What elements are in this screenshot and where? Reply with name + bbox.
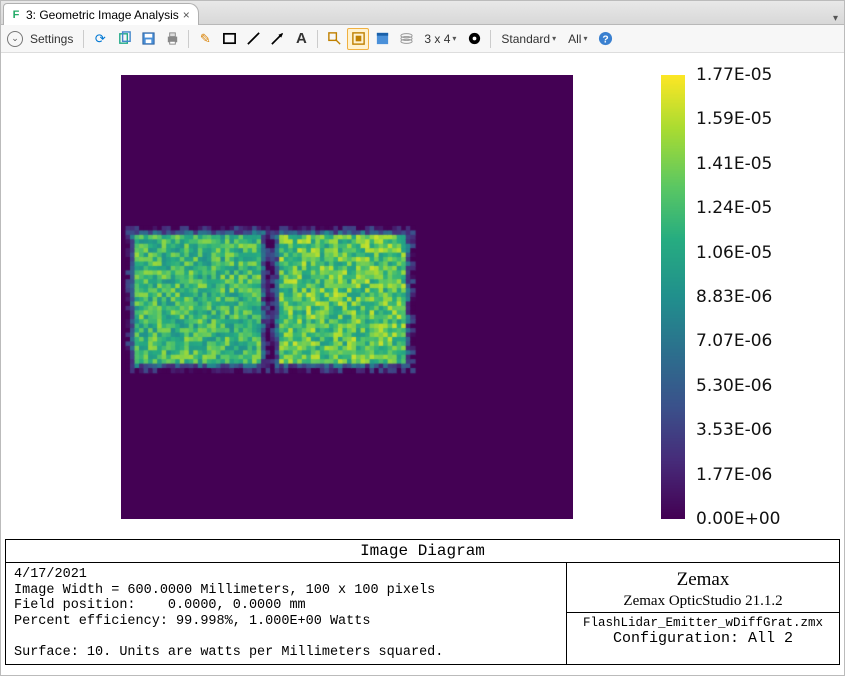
colorbar bbox=[661, 75, 685, 519]
target-icon[interactable] bbox=[463, 28, 485, 50]
toolbar: ⌄ Settings ⟳ ✎ A 3 x 4▾ Standard▾ All▾ ? bbox=[1, 25, 844, 53]
fit-window-icon[interactable] bbox=[347, 28, 369, 50]
window-icon[interactable] bbox=[371, 28, 393, 50]
colorbar-tick-label: 3.53E-06 bbox=[696, 420, 772, 440]
help-icon[interactable]: ? bbox=[594, 28, 616, 50]
text-icon[interactable]: A bbox=[290, 28, 312, 50]
line-icon[interactable] bbox=[242, 28, 264, 50]
tab-bar: F 3: Geometric Image Analysis × ▾ bbox=[1, 1, 844, 25]
copy-icon[interactable] bbox=[113, 28, 135, 50]
colorbar-tick-label: 8.83E-06 bbox=[696, 287, 772, 307]
tab-menu-dropdown[interactable]: ▾ bbox=[833, 13, 838, 24]
heatmap-canvas bbox=[121, 75, 573, 519]
colorbar-tick-label: 7.07E-06 bbox=[696, 331, 772, 351]
plot-area: 1.77E-05 1.59E-05 1.41E-05 1.24E-05 1.06E-05… bbox=[11, 63, 831, 533]
filter-dropdown[interactable]: All▾ bbox=[563, 28, 592, 50]
brand-version: Zemax OpticStudio 21.1.2 bbox=[571, 593, 835, 610]
colorbar-tick-label: 1.77E-05 bbox=[696, 65, 772, 85]
chevron-down-icon[interactable]: ⌄ bbox=[7, 31, 23, 47]
colorbar-tick-label: 1.59E-05 bbox=[696, 109, 772, 129]
colorbar-tick-label: 1.24E-05 bbox=[696, 198, 772, 218]
mode-dropdown[interactable]: Standard▾ bbox=[496, 28, 561, 50]
arrow-icon[interactable] bbox=[266, 28, 288, 50]
file-meta: FlashLidar_Emitter_wDiffGrat.zmx Configu… bbox=[567, 613, 839, 649]
tab-title: 3: Geometric Image Analysis bbox=[26, 8, 179, 22]
colorbar-tick-label: 5.30E-06 bbox=[696, 376, 772, 396]
colorbar-tick-label: 1.06E-05 bbox=[696, 243, 772, 263]
refresh-icon[interactable]: ⟳ bbox=[89, 28, 111, 50]
grid-size-dropdown[interactable]: 3 x 4▾ bbox=[419, 28, 461, 50]
info-panel: Image Diagram 4/17/2021 Image Width = 60… bbox=[5, 539, 840, 665]
rect-icon[interactable] bbox=[218, 28, 240, 50]
stack-icon[interactable] bbox=[395, 28, 417, 50]
colorbar-tick-label: 0.00E+00 bbox=[696, 509, 780, 529]
pencil-icon[interactable]: ✎ bbox=[194, 28, 216, 50]
zoom-tool-icon[interactable] bbox=[323, 28, 345, 50]
app-icon: F bbox=[10, 9, 22, 21]
svg-text:?: ? bbox=[602, 34, 608, 45]
diagram-details: 4/17/2021 Image Width = 600.0000 Millime… bbox=[6, 563, 567, 664]
brand-block: Zemax Zemax OpticStudio 21.1.2 bbox=[567, 563, 839, 613]
settings-button[interactable]: Settings bbox=[25, 28, 78, 50]
tab-geometric-image-analysis[interactable]: F 3: Geometric Image Analysis × bbox=[3, 3, 199, 25]
diagram-title: Image Diagram bbox=[6, 540, 839, 563]
save-icon[interactable] bbox=[137, 28, 159, 50]
colorbar-ticks: 1.77E-05 1.59E-05 1.41E-05 1.24E-05 1.06E-05… bbox=[696, 67, 845, 527]
brand-name: Zemax bbox=[571, 569, 835, 591]
file-name: FlashLidar_Emitter_wDiffGrat.zmx bbox=[569, 616, 837, 630]
print-icon[interactable] bbox=[161, 28, 183, 50]
close-icon[interactable]: × bbox=[183, 8, 190, 22]
colorbar-tick-label: 1.77E-06 bbox=[696, 465, 772, 485]
configuration-label: Configuration: All 2 bbox=[569, 630, 837, 647]
analysis-content: 1.77E-05 1.59E-05 1.41E-05 1.24E-05 1.06E-05… bbox=[1, 53, 844, 533]
colorbar-tick-label: 1.41E-05 bbox=[696, 154, 772, 174]
